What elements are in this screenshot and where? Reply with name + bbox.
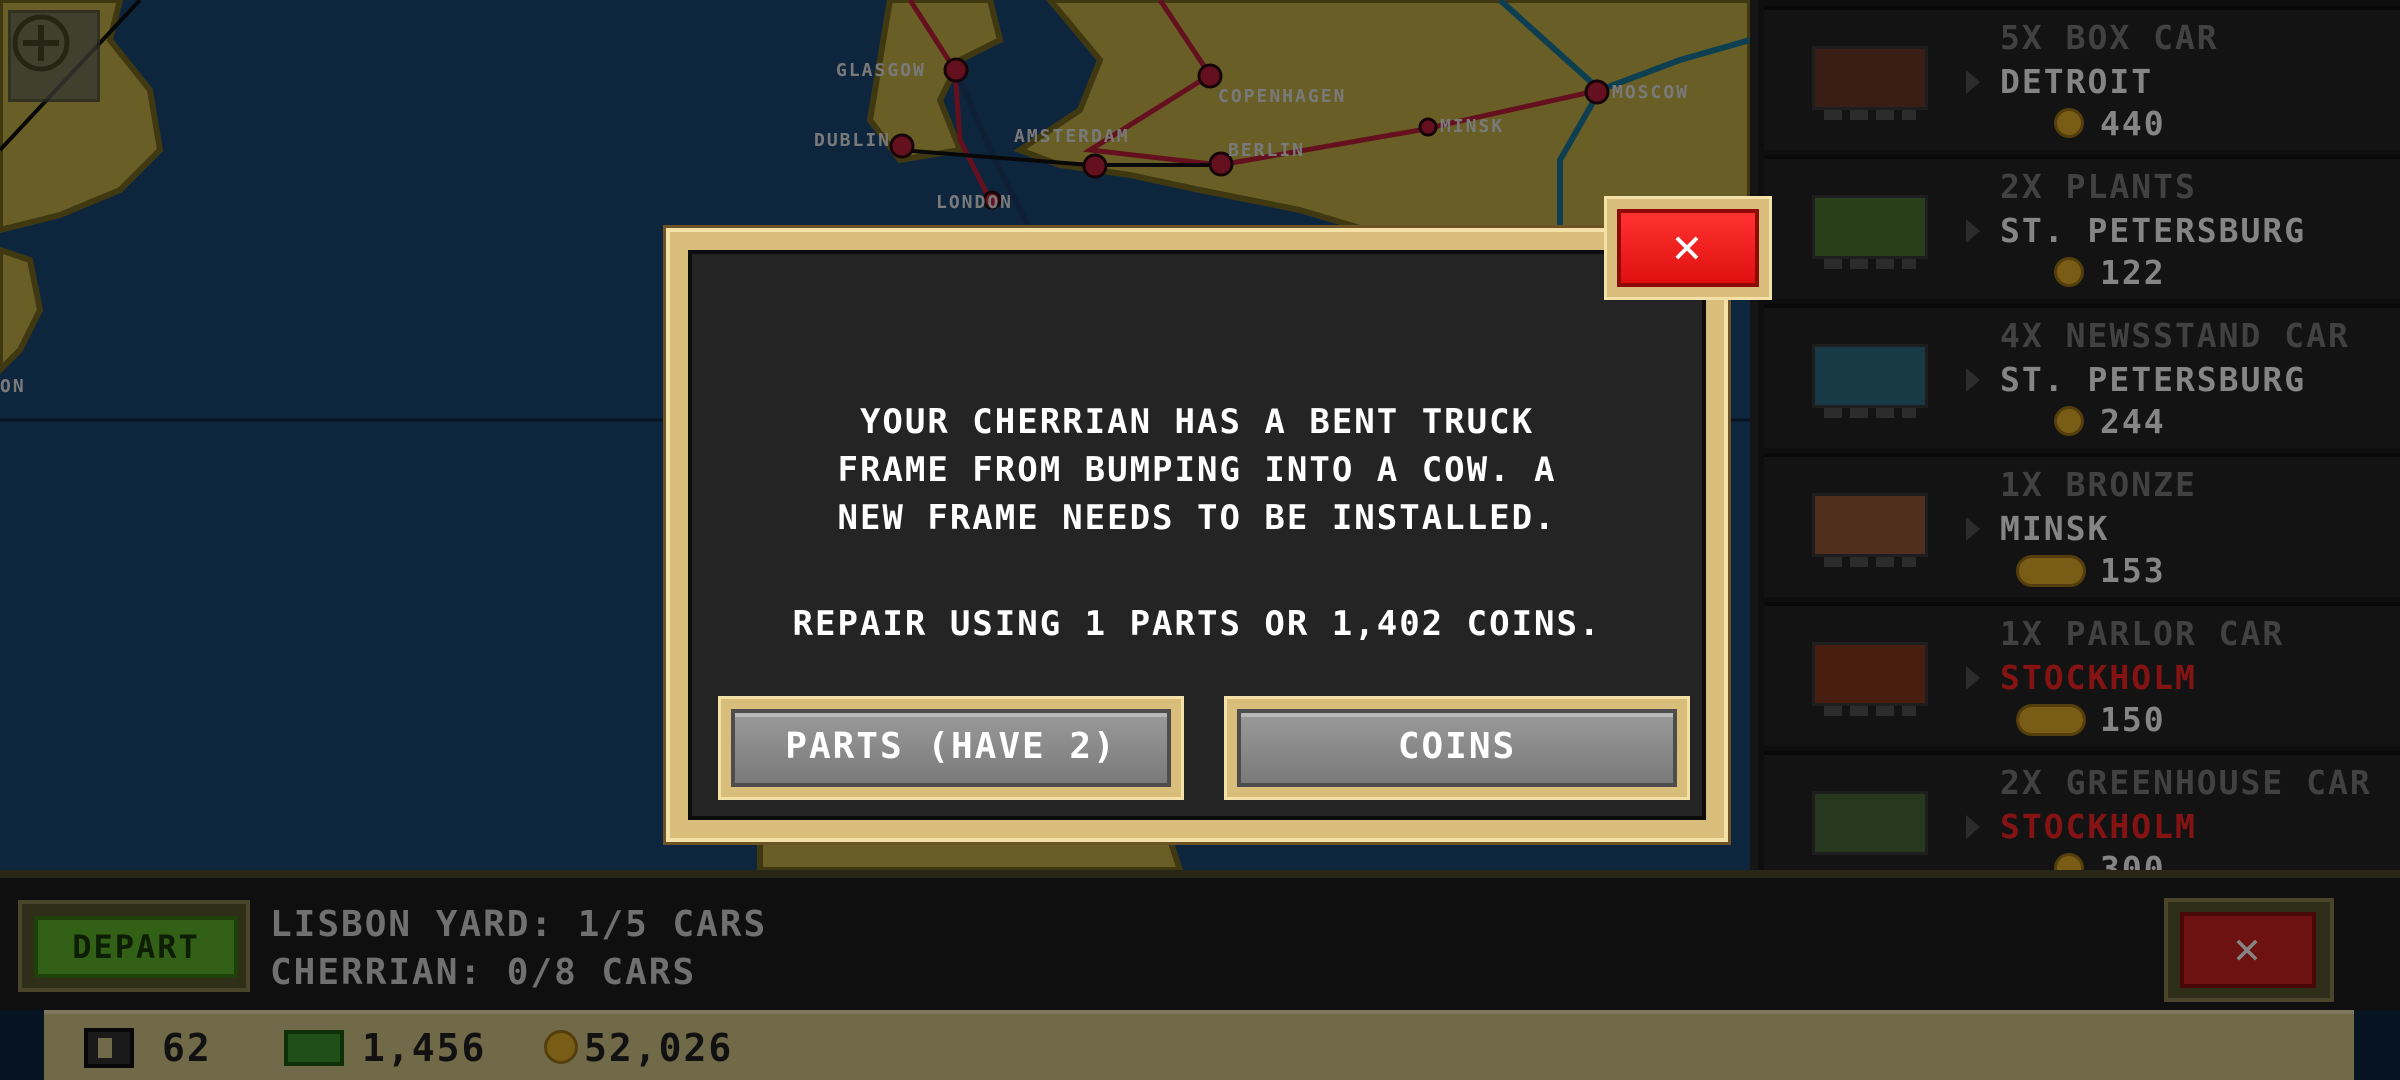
arrow-right-icon	[1966, 70, 1980, 94]
map-label-glasgow: GLASGOW	[836, 60, 926, 81]
wheels-icon	[1824, 110, 1916, 120]
offer-quantity-type: 4X NEWSSTAND CAR	[2000, 316, 2350, 355]
map-label-berlin: BERLIN	[1228, 140, 1306, 161]
coins-button-frame: COINS	[1224, 696, 1690, 800]
car-thumbnail	[1812, 791, 1928, 855]
arrow-right-icon	[1966, 219, 1980, 243]
wheels-icon	[1824, 557, 1916, 567]
message-line: NEW FRAME NEEDS TO BE INSTALLED.	[837, 498, 1557, 538]
plus-icon	[12, 14, 70, 72]
offer-card[interactable]: 4X NEWSSTAND CAR ST. PETERSBURG 244	[1764, 304, 2400, 448]
gold-bar-icon	[2016, 704, 2086, 736]
car-thumbnail	[1812, 46, 1928, 110]
cash-amount: 1,456	[362, 1026, 487, 1070]
message-line: FRAME FROM BUMPING INTO A COW. A	[837, 450, 1557, 490]
arrow-right-icon	[1966, 666, 1980, 690]
gold-bar-icon	[2016, 555, 2086, 587]
map-label-moscow: MOSCOW	[1612, 82, 1690, 103]
close-yard-button[interactable]: ✕	[2180, 912, 2316, 988]
offer-card[interactable]: 5X BOX CAR DETROIT 440	[1764, 6, 2400, 150]
offer-price: 150	[2100, 700, 2166, 739]
resource-status-bar: 62 1,456 52,026	[44, 1010, 2354, 1080]
cash-icon	[284, 1030, 344, 1066]
car-offers-panel[interactable]: 5X BOX CAR DETROIT 440 2X PLANTS ST. PET…	[1750, 0, 2400, 874]
arrow-right-icon	[1966, 517, 1980, 541]
offer-quantity-type: 5X BOX CAR	[2000, 18, 2219, 57]
coin-icon	[2054, 257, 2084, 287]
repair-cost-text: REPAIR USING 1 PARTS OR 1,402 COINS.	[792, 604, 1602, 644]
train-capacity-text: CHERRIAN: 0/8 CARS	[270, 952, 697, 993]
offer-price: 244	[2100, 402, 2166, 441]
repair-with-parts-button[interactable]: PARTS (HAVE 2)	[731, 709, 1171, 787]
offer-card[interactable]: 1X PARLOR CAR STOCKHOLM 150	[1764, 602, 2400, 746]
offer-destination: MINSK	[2000, 509, 2110, 548]
coin-icon	[544, 1030, 578, 1064]
map-label-london: LONDON	[936, 192, 1014, 213]
coin-icon	[2054, 108, 2084, 138]
wheels-icon	[1824, 408, 1916, 418]
message-line: YOUR CHERRIAN HAS A BENT TRUCK	[859, 402, 1535, 442]
offer-card[interactable]: 1X BRONZE MINSK 153	[1764, 453, 2400, 597]
offer-price: 153	[2100, 551, 2166, 590]
yard-capacity-text: LISBON YARD: 1/5 CARS	[270, 904, 768, 945]
map-label-edge: ON	[0, 376, 26, 397]
offer-card[interactable]: 2X PLANTS ST. PETERSBURG 122	[1764, 155, 2400, 299]
offer-price: 122	[2100, 253, 2166, 292]
offer-quantity-type: 1X BRONZE	[2000, 465, 2197, 504]
offer-destination: STOCKHOLM	[2000, 807, 2197, 846]
offer-price: 440	[2100, 104, 2166, 143]
offer-destination: STOCKHOLM	[2000, 658, 2197, 697]
wheels-icon	[1824, 259, 1916, 269]
train-yard-bar: DEPART LISBON YARD: 1/5 CARS CHERRIAN: 0…	[0, 870, 2400, 1010]
map-label-minsk: MINSK	[1440, 116, 1505, 137]
offer-destination: ST. PETERSBURG	[2000, 360, 2307, 399]
repair-dialog: YOUR CHERRIAN HAS A BENT TRUCK FRAME FRO…	[666, 228, 1728, 842]
coins-amount: 52,026	[584, 1026, 734, 1070]
close-dialog-button[interactable]: ✕	[1617, 209, 1759, 287]
dialog-message: YOUR CHERRIAN HAS A BENT TRUCK FRAME FRO…	[692, 398, 1702, 542]
wheels-icon	[1824, 706, 1916, 716]
car-thumbnail	[1812, 642, 1928, 706]
repair-with-coins-button[interactable]: COINS	[1237, 709, 1677, 787]
parts-count: 62	[162, 1026, 212, 1070]
parts-icon	[84, 1028, 134, 1068]
close-dialog-frame: ✕	[1604, 196, 1772, 300]
offer-quantity-type: 1X PARLOR CAR	[2000, 614, 2285, 653]
arrow-right-icon	[1966, 815, 1980, 839]
parts-button-frame: PARTS (HAVE 2)	[718, 696, 1184, 800]
depart-button[interactable]: DEPART	[34, 916, 238, 978]
map-label-amsterdam: AMSTERDAM	[1014, 126, 1130, 147]
coin-icon	[2054, 406, 2084, 436]
map-label-copenhagen: COPENHAGEN	[1218, 86, 1347, 107]
offer-destination: DETROIT	[2000, 62, 2154, 101]
map-label-dublin: DUBLIN	[814, 130, 892, 151]
car-thumbnail	[1812, 195, 1928, 259]
car-thumbnail	[1812, 344, 1928, 408]
offer-quantity-type: 2X GREENHOUSE CAR	[2000, 763, 2372, 802]
offer-quantity-type: 2X PLANTS	[2000, 167, 2197, 206]
offer-card[interactable]: 2X GREENHOUSE CAR STOCKHOLM 300	[1764, 751, 2400, 874]
offer-destination: ST. PETERSBURG	[2000, 211, 2307, 250]
car-thumbnail	[1812, 493, 1928, 557]
zoom-in-button[interactable]	[8, 10, 100, 102]
arrow-right-icon	[1966, 368, 1980, 392]
